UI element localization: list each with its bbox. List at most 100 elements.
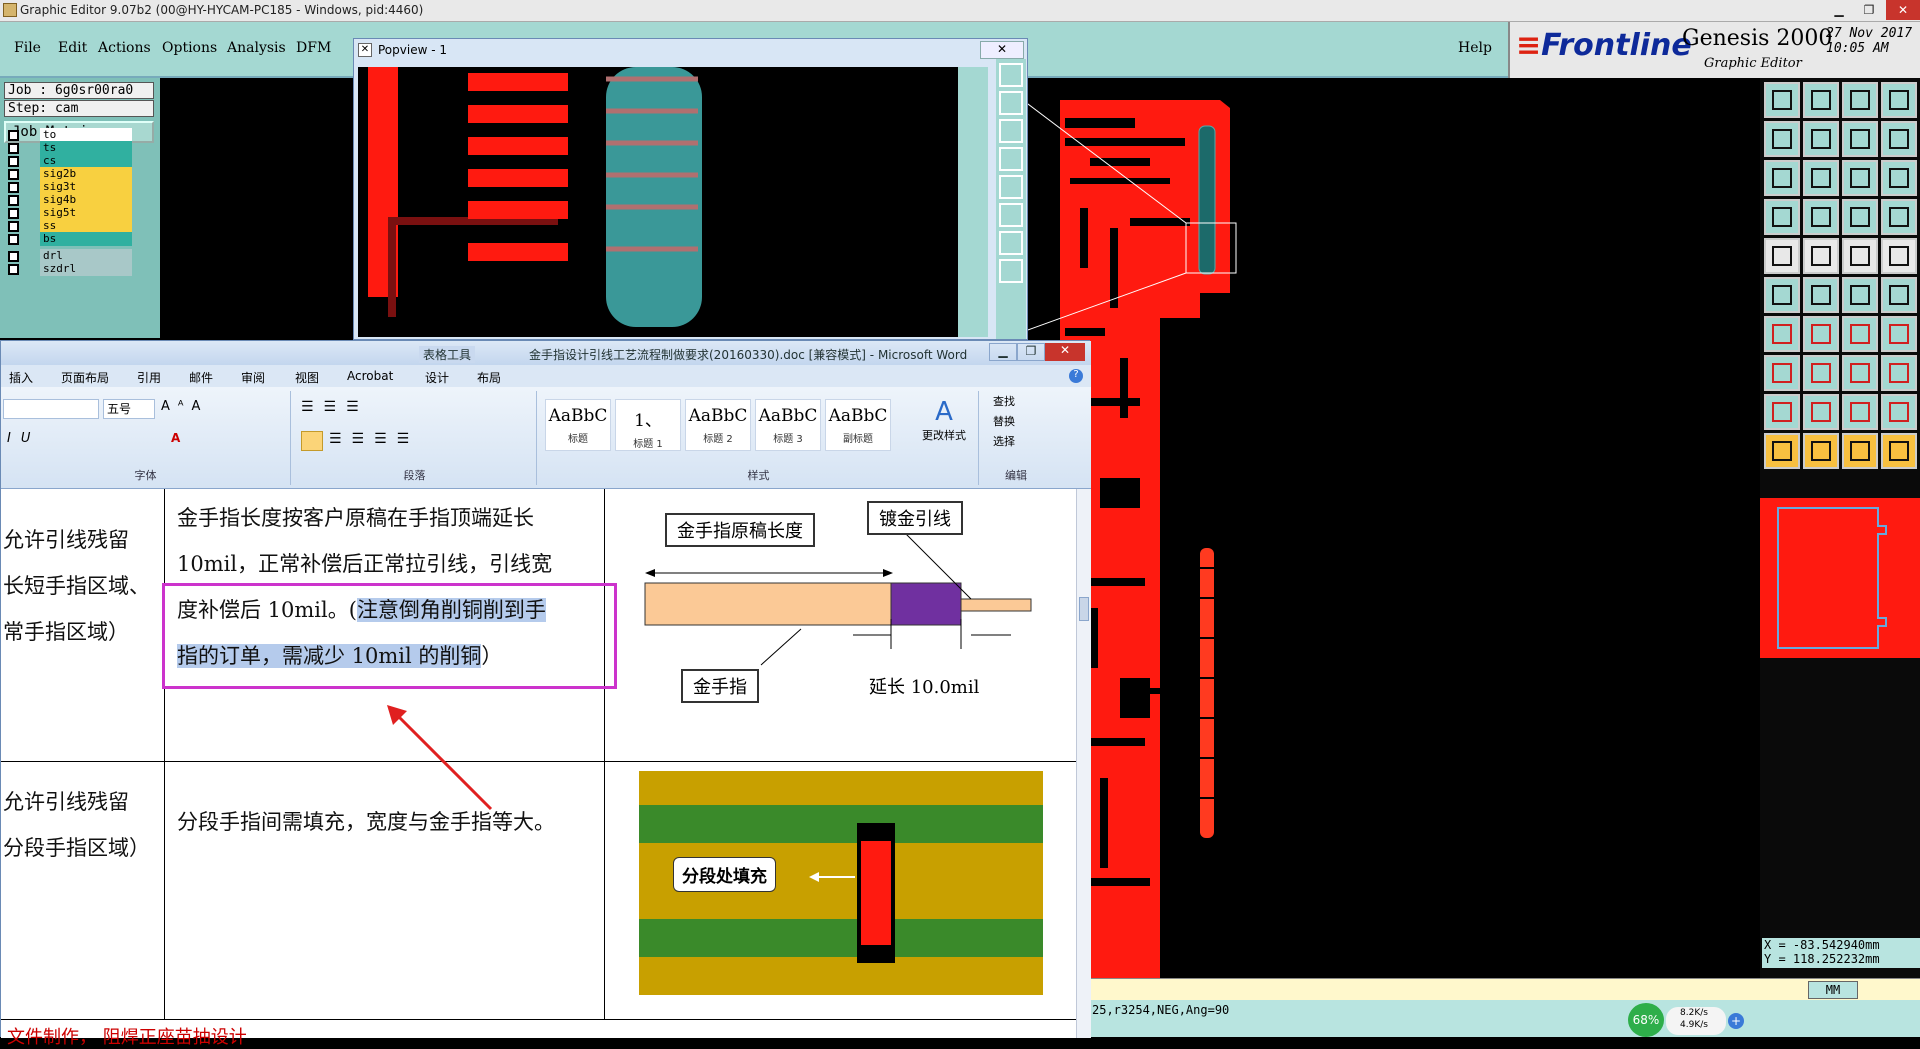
tool-button-8[interactable] — [1881, 121, 1917, 157]
popview-close-button[interactable]: ✕ — [980, 41, 1024, 59]
layer-checkbox[interactable] — [8, 264, 19, 275]
style-heading2[interactable]: AaBbC 标题 2 — [685, 399, 751, 451]
tool-button-7[interactable] — [1842, 121, 1878, 157]
layer-checkbox[interactable] — [8, 156, 19, 167]
font-size-combo[interactable]: 五号 — [103, 399, 155, 419]
popview-tool-button-2[interactable] — [999, 91, 1023, 115]
menu-actions[interactable]: Actions — [98, 40, 151, 56]
layer-name[interactable]: ss — [40, 219, 132, 233]
overview-map[interactable] — [1760, 498, 1920, 658]
layer-name[interactable]: bs — [40, 232, 132, 246]
tool-button-6[interactable] — [1803, 121, 1839, 157]
document-area[interactable]: 允许引线残留 长短手指区域、 常手指区域） 金手指长度按客户原稿在手指顶端延长 10… — [1, 489, 1076, 1048]
tool-button-28[interactable] — [1881, 316, 1917, 352]
tool-button-38[interactable] — [1803, 433, 1839, 469]
font-grow-shrink-buttons[interactable]: AᴬA — [161, 399, 208, 414]
table-tools-tab[interactable]: 表格工具 — [419, 346, 476, 363]
layer-checkbox[interactable] — [8, 130, 19, 141]
tool-button-18[interactable] — [1803, 238, 1839, 274]
tool-button-31[interactable] — [1842, 355, 1878, 391]
tool-button-24[interactable] — [1881, 277, 1917, 313]
tool-button-21[interactable] — [1764, 277, 1800, 313]
layer-name[interactable]: sig2b — [40, 167, 132, 181]
tab-page-layout[interactable]: 页面布局 — [61, 369, 109, 386]
select-button[interactable]: 选择 — [993, 433, 1015, 449]
layer-name[interactable]: szdrl — [40, 262, 132, 276]
popview-tool-button-5[interactable] — [999, 175, 1023, 199]
word-close-button[interactable]: ✕ — [1045, 343, 1085, 361]
layer-checkbox[interactable] — [8, 208, 19, 219]
popview-canvas[interactable] — [358, 67, 988, 337]
layer-row-drl[interactable]: drl — [6, 249, 156, 263]
layer-row-to[interactable]: to — [6, 128, 156, 142]
tool-button-1[interactable] — [1764, 82, 1800, 118]
help-icon[interactable]: ? — [1069, 369, 1083, 383]
layer-checkbox[interactable] — [8, 221, 19, 232]
tool-button-15[interactable] — [1842, 199, 1878, 235]
popview-tool-button-4[interactable] — [999, 147, 1023, 171]
list-buttons[interactable]: ☰☰☰ — [301, 399, 369, 415]
style-title[interactable]: AaBbC 标题 — [545, 399, 611, 451]
layer-name[interactable]: sig5t — [40, 206, 132, 220]
tool-button-17[interactable] — [1764, 238, 1800, 274]
popview-tool-button-3[interactable] — [999, 119, 1023, 143]
layer-row-ts[interactable]: ts — [6, 141, 156, 155]
layer-name[interactable]: sig4b — [40, 193, 132, 207]
layer-row-sig3t[interactable]: sig3t — [6, 180, 156, 194]
tool-button-23[interactable] — [1842, 277, 1878, 313]
tool-button-14[interactable] — [1803, 199, 1839, 235]
tool-button-4[interactable] — [1881, 82, 1917, 118]
tab-design[interactable]: 设计 — [425, 369, 449, 386]
network-plus-icon[interactable]: + — [1728, 1013, 1744, 1029]
popview-tool-button-7[interactable] — [999, 231, 1023, 255]
tool-button-30[interactable] — [1803, 355, 1839, 391]
layer-row-cs[interactable]: cs — [6, 154, 156, 168]
layer-row-sig5t[interactable]: sig5t — [6, 206, 156, 220]
tool-button-32[interactable] — [1881, 355, 1917, 391]
tool-button-27[interactable] — [1842, 316, 1878, 352]
tool-button-40[interactable] — [1881, 433, 1917, 469]
align-left-button[interactable] — [301, 431, 323, 451]
menu-dfm[interactable]: DFM — [296, 40, 331, 56]
tool-button-37[interactable] — [1764, 433, 1800, 469]
tab-review[interactable]: 审阅 — [241, 369, 265, 386]
layer-name[interactable]: drl — [40, 249, 132, 263]
style-heading1[interactable]: 1、 标题 1 — [615, 399, 681, 451]
scroll-thumb[interactable] — [1079, 597, 1089, 621]
layer-name[interactable]: ts — [40, 141, 132, 155]
font-format-buttons[interactable]: IU — [7, 431, 40, 446]
replace-button[interactable]: 替换 — [993, 413, 1015, 429]
layer-row-ss[interactable]: ss — [6, 219, 156, 233]
layer-row-sig2b[interactable]: sig2b — [6, 167, 156, 181]
layer-checkbox[interactable] — [8, 195, 19, 206]
layer-name[interactable]: cs — [40, 154, 132, 168]
tool-button-2[interactable] — [1803, 82, 1839, 118]
layer-name[interactable]: to — [40, 128, 132, 142]
tool-button-20[interactable] — [1881, 238, 1917, 274]
units-button[interactable]: MM — [1808, 981, 1858, 999]
tool-button-5[interactable] — [1764, 121, 1800, 157]
tool-button-34[interactable] — [1803, 394, 1839, 430]
font-name-combo[interactable] — [3, 399, 99, 419]
change-styles-button[interactable]: A 更改样式 — [919, 397, 969, 443]
tab-layout[interactable]: 布局 — [477, 369, 501, 386]
tool-button-12[interactable] — [1881, 160, 1917, 196]
tool-button-9[interactable] — [1764, 160, 1800, 196]
align-buttons[interactable]: ☰☰☰☰ — [329, 431, 419, 447]
menu-analysis[interactable]: Analysis — [227, 40, 286, 56]
layer-checkbox[interactable] — [8, 182, 19, 193]
vertical-scrollbar[interactable] — [1076, 489, 1091, 1038]
menu-edit[interactable]: Edit — [58, 40, 87, 56]
layer-row-sig4b[interactable]: sig4b — [6, 193, 156, 207]
tool-button-13[interactable] — [1764, 199, 1800, 235]
layer-checkbox[interactable] — [8, 143, 19, 154]
font-color-button[interactable]: A — [171, 431, 189, 449]
tool-button-29[interactable] — [1764, 355, 1800, 391]
layer-checkbox[interactable] — [8, 169, 19, 180]
tab-mailings[interactable]: 邮件 — [189, 369, 213, 386]
tool-button-16[interactable] — [1881, 199, 1917, 235]
layer-checkbox[interactable] — [8, 234, 19, 245]
layer-name[interactable]: sig3t — [40, 180, 132, 194]
tool-button-19[interactable] — [1842, 238, 1878, 274]
layer-checkbox[interactable] — [8, 251, 19, 262]
